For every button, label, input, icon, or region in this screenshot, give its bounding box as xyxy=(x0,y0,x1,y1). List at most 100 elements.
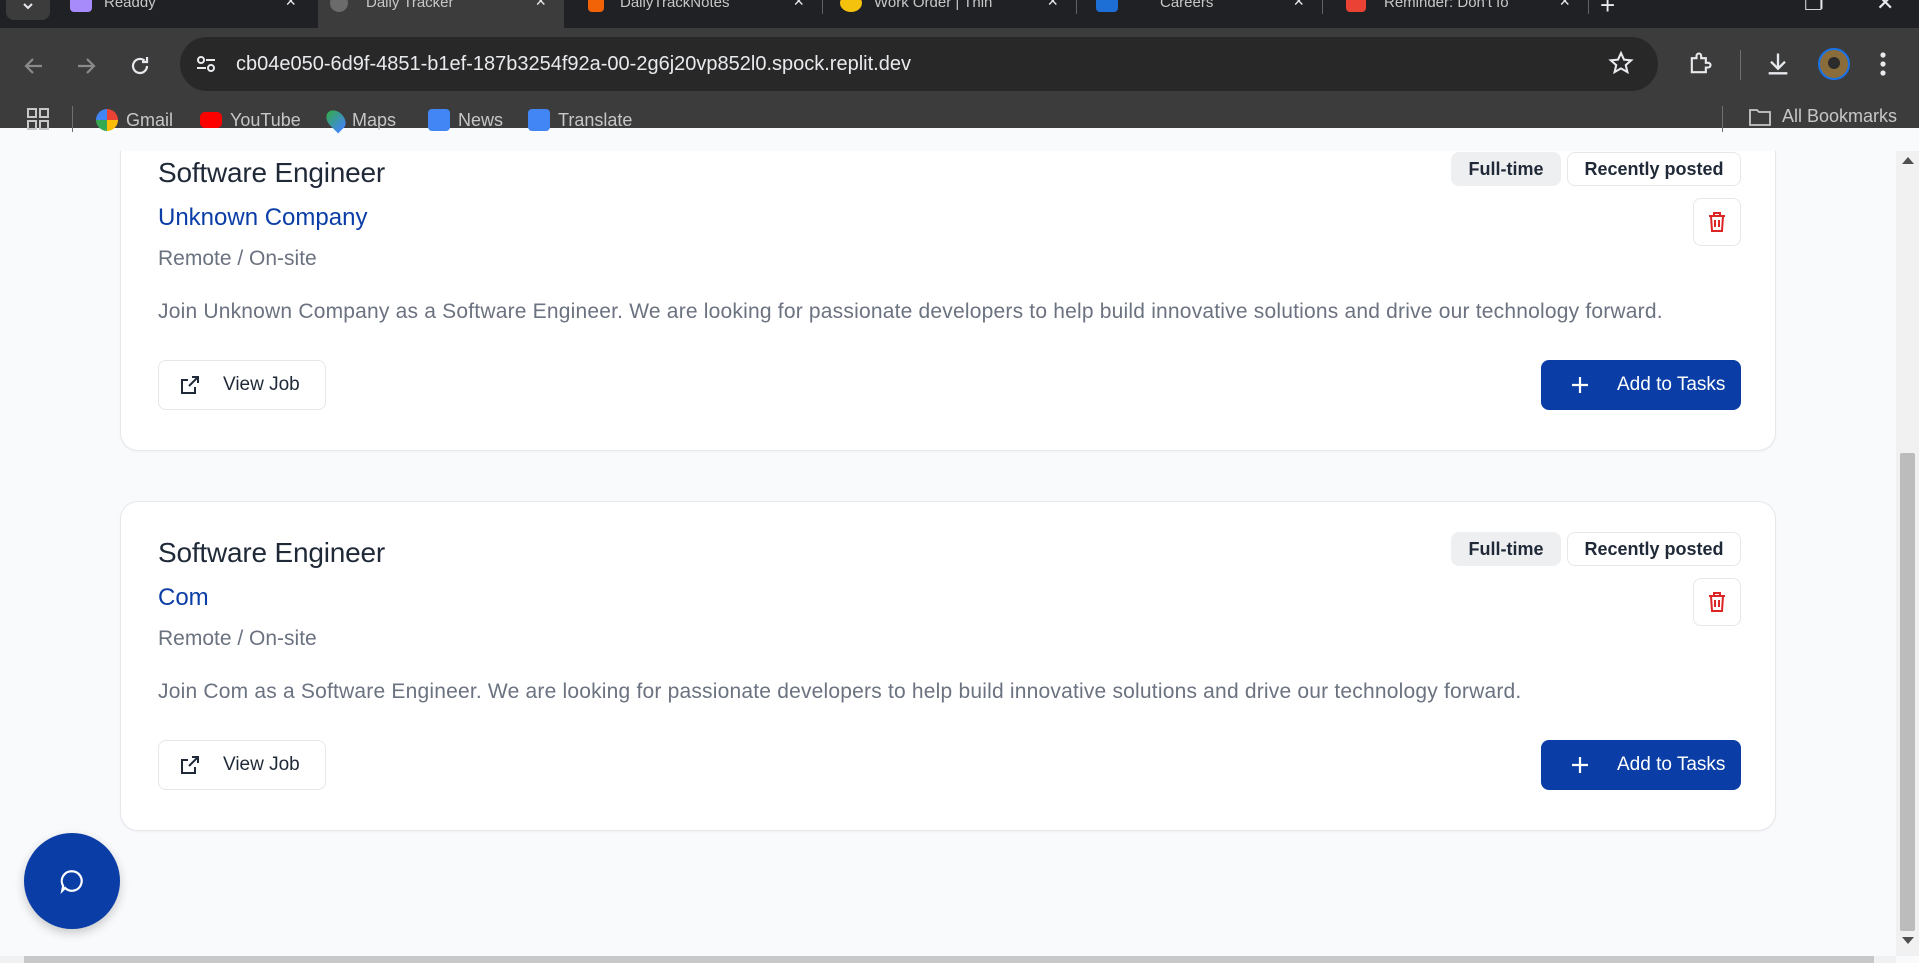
view-job-button[interactable]: View Job xyxy=(158,360,326,410)
vertical-scrollbar[interactable] xyxy=(1896,151,1919,956)
view-job-button[interactable]: View Job xyxy=(158,740,326,790)
forward-button[interactable] xyxy=(72,52,100,80)
scrollbar-thumb[interactable] xyxy=(1900,453,1915,931)
close-icon[interactable]: × xyxy=(1047,0,1058,12)
bookmark-label: Maps xyxy=(352,109,397,130)
tab-title: Readdy xyxy=(104,0,156,11)
new-tab-button[interactable]: + xyxy=(1600,0,1615,21)
job-type-badge: Full-time xyxy=(1451,532,1561,566)
external-link-icon xyxy=(181,756,199,774)
readdy-favicon-icon xyxy=(70,0,92,12)
gmail-favicon-icon xyxy=(1346,0,1366,12)
bookmark-label: News xyxy=(458,109,504,130)
trash-icon xyxy=(1709,212,1725,232)
page-content: Software Engineer Unknown Company Remote… xyxy=(0,151,1896,956)
tab-search-button[interactable] xyxy=(6,0,50,20)
replit-favicon-icon xyxy=(588,0,604,12)
plus-icon xyxy=(1572,377,1588,393)
back-button[interactable] xyxy=(20,52,48,80)
tab-strip: Readdy × Daily Tracker × DailyTrackNotes… xyxy=(0,0,1919,28)
profile-avatar[interactable] xyxy=(1818,48,1850,80)
job-description: Join Com as a Software Engineer. We are … xyxy=(158,680,1522,703)
scrollbar-thumb[interactable] xyxy=(24,956,1874,963)
site-info-icon[interactable] xyxy=(194,52,218,81)
close-window-icon[interactable]: ✕ xyxy=(1876,0,1894,16)
job-description: Join Unknown Company as a Software Engin… xyxy=(158,300,1663,323)
tab-title: Reminder: Don't fo xyxy=(1384,0,1509,11)
close-icon[interactable]: × xyxy=(285,0,296,12)
all-bookmarks-button[interactable]: All Bookmarks xyxy=(1748,106,1897,127)
add-to-tasks-label: Add to Tasks xyxy=(1617,374,1726,395)
menu-kebab-icon[interactable] xyxy=(1878,50,1888,83)
job-title: Software Engineer xyxy=(158,157,385,188)
tab-title: DailyTrackNotes xyxy=(620,0,730,11)
tab-readdy[interactable]: Readdy × xyxy=(56,0,314,28)
bookmark-news[interactable]: News xyxy=(428,107,503,133)
url-text[interactable]: cb04e050-6d9f-4851-b1ef-187b3254f92a-00-… xyxy=(236,53,911,76)
horizontal-scrollbar[interactable] xyxy=(0,956,1896,963)
plus-icon xyxy=(1572,757,1588,773)
all-bookmarks-label: All Bookmarks xyxy=(1782,106,1898,126)
job-location: Remote / On-site xyxy=(158,247,317,270)
bookmark-youtube[interactable]: YouTube xyxy=(200,107,301,133)
bookmark-label: YouTube xyxy=(230,109,301,130)
tab-title: Careers xyxy=(1160,0,1214,11)
job-card: Software Engineer Unknown Company Remote… xyxy=(120,151,1776,451)
apps-grid-icon[interactable] xyxy=(26,107,50,136)
tab-title: Work Order | Thin xyxy=(874,0,993,11)
close-icon[interactable]: × xyxy=(1559,0,1570,12)
tab-daily-tracker[interactable]: Daily Tracker × xyxy=(318,0,564,28)
scroll-up-arrow-icon[interactable] xyxy=(1902,157,1914,164)
reload-button[interactable] xyxy=(126,52,154,80)
tab-careers[interactable]: Careers × xyxy=(1082,0,1322,28)
scroll-down-arrow-icon[interactable] xyxy=(1902,937,1914,944)
tab-dailytracknotes[interactable]: DailyTrackNotes × xyxy=(570,0,822,28)
chat-button[interactable] xyxy=(24,833,120,929)
view-job-label: View Job xyxy=(223,374,300,395)
extensions-icon[interactable] xyxy=(1686,50,1714,83)
job-card: Software Engineer Com Remote / On-site F… xyxy=(120,501,1776,831)
delete-job-button[interactable] xyxy=(1693,198,1741,246)
chat-bubble-icon xyxy=(60,870,83,894)
tab-reminder[interactable]: Reminder: Don't fo × xyxy=(1328,0,1588,28)
add-to-tasks-label: Add to Tasks xyxy=(1617,754,1726,775)
bookmark-gmail[interactable]: Gmail xyxy=(96,107,173,133)
translate-icon xyxy=(528,109,550,131)
tab-title: Daily Tracker xyxy=(366,0,454,11)
work-order-favicon-icon xyxy=(840,0,862,12)
bookmark-label: Gmail xyxy=(126,109,174,130)
trash-icon xyxy=(1709,592,1725,612)
job-type-badge: Full-time xyxy=(1451,152,1561,186)
job-location: Remote / On-site xyxy=(158,627,317,650)
add-to-tasks-button[interactable]: Add to Tasks xyxy=(1541,360,1741,410)
close-icon[interactable]: × xyxy=(1293,0,1304,12)
arrow-left-icon xyxy=(24,58,42,74)
chevron-down-icon xyxy=(23,3,33,10)
posted-badge: Recently posted xyxy=(1567,532,1741,566)
company-name[interactable]: Com xyxy=(158,584,209,612)
news-icon xyxy=(428,109,450,131)
bookmark-maps[interactable]: Maps xyxy=(322,106,397,134)
add-to-tasks-button[interactable]: Add to Tasks xyxy=(1541,740,1741,790)
folder-icon xyxy=(1749,108,1771,126)
reload-icon xyxy=(131,57,149,75)
restore-window-icon[interactable]: ❐ xyxy=(1804,0,1824,16)
google-icon xyxy=(96,109,118,131)
bookmark-star-icon[interactable] xyxy=(1608,50,1634,81)
bookmark-translate[interactable]: Translate xyxy=(528,107,632,133)
bookmark-label: Translate xyxy=(558,109,633,130)
company-name[interactable]: Unknown Company xyxy=(158,204,367,232)
external-link-icon xyxy=(181,376,199,394)
daily-tracker-favicon-icon xyxy=(330,0,348,12)
view-job-label: View Job xyxy=(223,754,300,775)
download-icon[interactable] xyxy=(1764,50,1792,83)
delete-job-button[interactable] xyxy=(1693,578,1741,626)
tab-work-order[interactable]: Work Order | Thin × xyxy=(828,0,1076,28)
youtube-icon xyxy=(200,112,222,128)
careers-favicon-icon xyxy=(1096,0,1118,12)
job-title: Software Engineer xyxy=(158,537,385,568)
close-icon[interactable]: × xyxy=(793,0,804,12)
arrow-right-icon xyxy=(78,58,96,74)
close-icon[interactable]: × xyxy=(535,0,546,12)
posted-badge: Recently posted xyxy=(1567,152,1741,186)
